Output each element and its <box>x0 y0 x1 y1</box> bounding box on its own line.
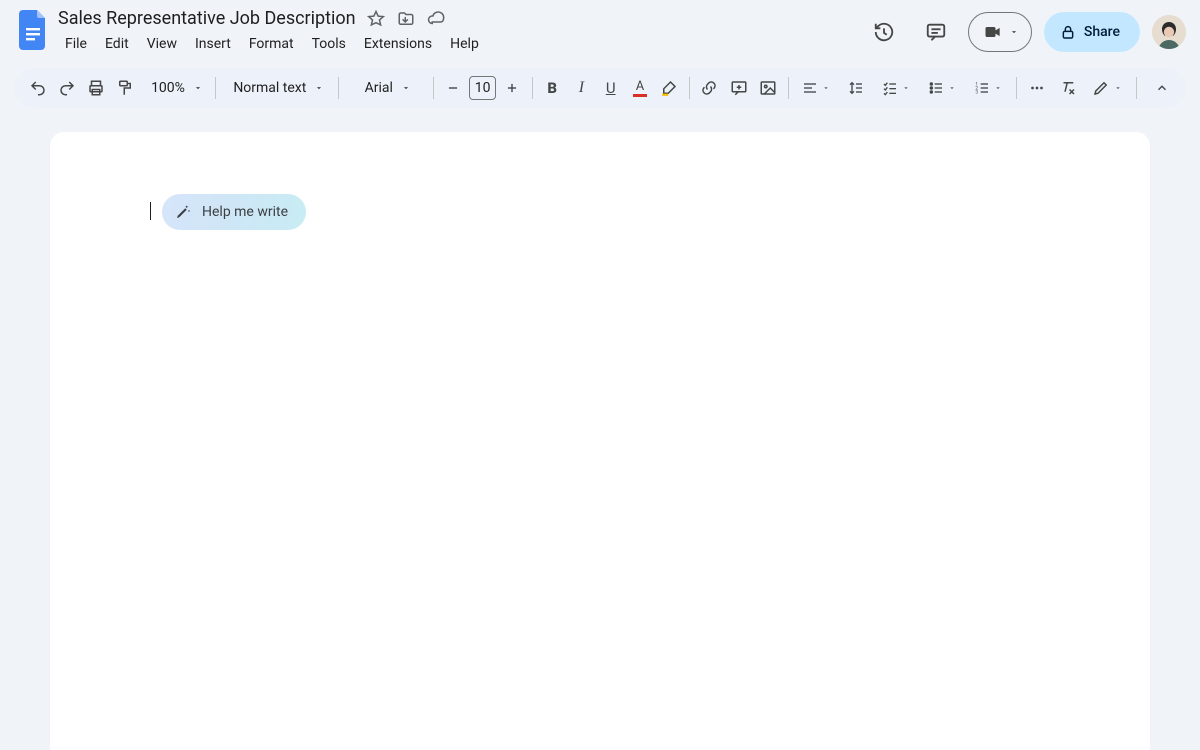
font-size-increase[interactable] <box>498 73 525 103</box>
comments-icon[interactable] <box>916 12 956 52</box>
chevron-down-icon <box>1114 84 1122 92</box>
chevron-down-icon <box>1009 27 1019 37</box>
chevron-down-icon <box>401 83 411 93</box>
chevron-down-icon <box>948 84 956 92</box>
paragraph-style-value: Normal text <box>233 80 306 96</box>
lock-icon <box>1060 24 1076 40</box>
text-cursor <box>150 202 151 220</box>
account-avatar[interactable] <box>1152 15 1186 49</box>
separator <box>433 77 434 99</box>
bold-button[interactable]: B <box>539 73 566 103</box>
undo-button[interactable] <box>24 73 51 103</box>
star-icon[interactable] <box>366 9 386 29</box>
insert-image-button[interactable] <box>754 73 781 103</box>
separator <box>215 77 216 99</box>
bulleted-list-dropdown[interactable] <box>920 73 964 103</box>
checklist-dropdown[interactable] <box>874 73 918 103</box>
chevron-down-icon <box>994 84 1002 92</box>
chevron-down-icon <box>822 84 830 92</box>
separator <box>1016 77 1017 99</box>
redo-button[interactable] <box>53 73 80 103</box>
editing-mode-dropdown[interactable] <box>1084 73 1130 103</box>
header: Sales Representative Job Description Fil… <box>0 0 1200 64</box>
menu-file[interactable]: File <box>58 32 94 56</box>
menu-extensions[interactable]: Extensions <box>357 32 439 56</box>
separator <box>1136 77 1137 99</box>
header-right: Share <box>864 6 1186 52</box>
font-size-decrease[interactable] <box>440 73 467 103</box>
highlight-color-button[interactable] <box>656 73 683 103</box>
video-icon <box>983 22 1003 42</box>
paint-format-button[interactable] <box>112 73 139 103</box>
align-dropdown[interactable] <box>794 73 838 103</box>
magic-pen-icon <box>174 203 192 221</box>
help-me-write-label: Help me write <box>202 204 288 220</box>
print-button[interactable] <box>83 73 110 103</box>
document-page[interactable]: Help me write <box>50 132 1150 750</box>
separator <box>532 77 533 99</box>
numbered-list-dropdown[interactable]: 123 <box>966 73 1010 103</box>
svg-text:3: 3 <box>976 89 979 95</box>
add-comment-button[interactable] <box>725 73 752 103</box>
share-button[interactable]: Share <box>1044 12 1140 52</box>
menu-bar: File Edit View Insert Format Tools Exten… <box>58 30 864 56</box>
share-label: Share <box>1084 24 1120 40</box>
menu-tools[interactable]: Tools <box>305 32 353 56</box>
zoom-dropdown[interactable]: 100% <box>141 73 209 103</box>
insert-link-button[interactable] <box>696 73 723 103</box>
collapse-toolbar-button[interactable] <box>1149 73 1176 103</box>
toolbar: 100% Normal text Arial 10 B I U A <box>14 68 1186 108</box>
document-canvas: Help me write <box>0 108 1200 750</box>
underline-button[interactable]: U <box>597 73 624 103</box>
history-icon[interactable] <box>864 12 904 52</box>
font-size-input[interactable]: 10 <box>469 76 496 100</box>
separator <box>689 77 690 99</box>
text-color-button[interactable]: A <box>626 73 653 103</box>
title-block: Sales Representative Job Description Fil… <box>54 6 864 56</box>
chevron-down-icon <box>902 84 910 92</box>
document-title[interactable]: Sales Representative Job Description <box>58 8 356 30</box>
more-options-button[interactable] <box>1023 73 1050 103</box>
help-me-write-button[interactable]: Help me write <box>162 194 306 230</box>
italic-button[interactable]: I <box>568 73 595 103</box>
font-family-value: Arial <box>365 80 393 96</box>
menu-view[interactable]: View <box>140 32 184 56</box>
chevron-down-icon <box>314 83 324 93</box>
video-call-button[interactable] <box>968 12 1032 52</box>
font-size-value: 10 <box>475 80 491 96</box>
menu-help[interactable]: Help <box>443 32 486 56</box>
chevron-down-icon <box>193 83 203 93</box>
menu-insert[interactable]: Insert <box>188 32 238 56</box>
cloud-status-icon[interactable] <box>426 9 446 29</box>
docs-logo[interactable] <box>14 6 54 54</box>
separator <box>338 77 339 99</box>
paragraph-style-dropdown[interactable]: Normal text <box>222 73 332 103</box>
line-spacing-dropdown[interactable] <box>840 73 872 103</box>
zoom-value: 100% <box>151 80 185 96</box>
menu-format[interactable]: Format <box>242 32 301 56</box>
menu-edit[interactable]: Edit <box>98 32 136 56</box>
move-folder-icon[interactable] <box>396 9 416 29</box>
font-family-dropdown[interactable]: Arial <box>345 73 427 103</box>
separator <box>788 77 789 99</box>
clear-formatting-button[interactable] <box>1055 73 1082 103</box>
